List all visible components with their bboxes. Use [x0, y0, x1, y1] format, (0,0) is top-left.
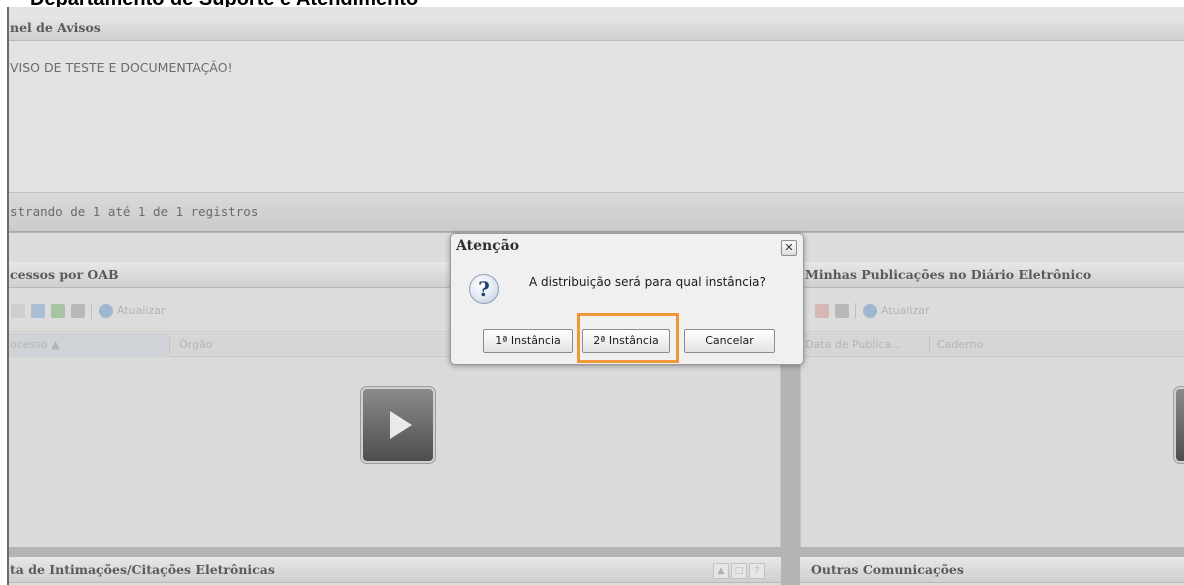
- avisos-panel: nel de Avisos VISO DE TESTE E DOCUMENTAÇ…: [9, 7, 1184, 232]
- document-icon[interactable]: [11, 304, 25, 318]
- close-icon[interactable]: ✕: [781, 240, 797, 256]
- refresh-icon[interactable]: [99, 304, 113, 318]
- refresh-label[interactable]: Atualizar: [881, 304, 930, 317]
- maximize-icon[interactable]: □: [731, 563, 747, 579]
- play-icon: [390, 411, 412, 439]
- video-play-button[interactable]: [361, 387, 435, 463]
- outras-comunicacoes-panel: Outras Comunicações: [800, 557, 1184, 585]
- publicacoes-toolbar: Atualizar: [801, 289, 1184, 332]
- toolbar-separator: [91, 303, 92, 319]
- intimacoes-panel-title: ta de Intimações/Citações Eletrônicas: [9, 557, 781, 583]
- avisos-pager-status: strando de 1 até 1 de 1 registros: [9, 192, 1184, 232]
- publicacoes-grid-header: Data de Publica... Caderno: [801, 333, 1184, 357]
- video-play-button[interactable]: [1174, 387, 1184, 463]
- column-header-processo[interactable]: ocesso ▲: [10, 338, 60, 351]
- refresh-label[interactable]: Atualizar: [117, 304, 166, 317]
- cancel-button[interactable]: Cancelar: [684, 329, 775, 353]
- column-header-data-publicacao[interactable]: Data de Publica...: [805, 338, 902, 351]
- refresh-icon[interactable]: [863, 304, 877, 318]
- column-header-orgao[interactable]: Órgão: [179, 338, 212, 351]
- publicacoes-panel: Minhas Publicações no Diário Eletrônico …: [800, 262, 1184, 547]
- column-divider: [169, 337, 170, 353]
- list-icon[interactable]: [815, 304, 829, 318]
- question-icon: ?: [469, 274, 499, 304]
- dialog-message: A distribuição será para qual instância?: [529, 275, 766, 289]
- intimacoes-panel: ta de Intimações/Citações Eletrônicas ▲ …: [9, 557, 781, 585]
- export-icon[interactable]: [51, 304, 65, 318]
- aviso-message: VISO DE TESTE E DOCUMENTAÇÃO!: [10, 60, 233, 75]
- help-icon[interactable]: ?: [749, 563, 765, 579]
- panel-tool-buttons: ▲ □ ?: [713, 563, 765, 579]
- binoculars-icon[interactable]: [71, 304, 85, 318]
- highlight-box: [577, 313, 679, 363]
- column-header-caderno[interactable]: Caderno: [937, 338, 983, 351]
- toolbar-separator: [855, 303, 856, 319]
- collapse-icon[interactable]: ▲: [713, 563, 729, 579]
- dialog-title: Atenção: [456, 238, 520, 254]
- column-divider: [929, 337, 930, 353]
- publicacoes-panel-title: Minhas Publicações no Diário Eletrônico: [801, 262, 1184, 288]
- outras-panel-title: Outras Comunicações: [800, 557, 1184, 583]
- book-icon[interactable]: [31, 304, 45, 318]
- binoculars-icon[interactable]: [835, 304, 849, 318]
- avisos-panel-title: nel de Avisos: [9, 15, 1184, 41]
- primeira-instancia-button[interactable]: 1ª Instância: [483, 329, 573, 353]
